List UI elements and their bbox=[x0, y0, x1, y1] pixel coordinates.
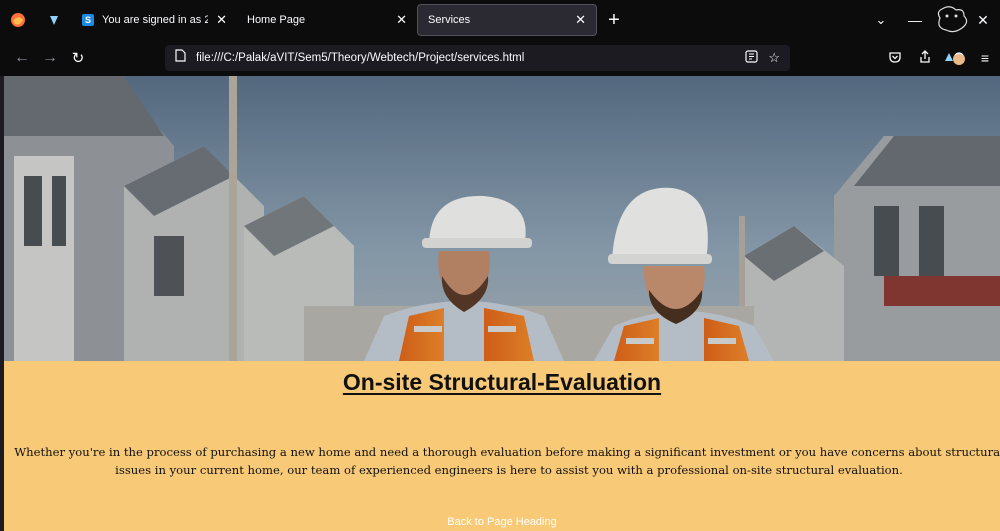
tab-signed-in[interactable]: S You are signed in as 21BCE7748 ✕ bbox=[72, 4, 237, 36]
close-tab-icon[interactable]: ✕ bbox=[216, 12, 227, 28]
close-tab-icon[interactable]: ✕ bbox=[575, 12, 586, 28]
tab-favicon-s-icon: S bbox=[82, 14, 94, 26]
tab-strip: S You are signed in as 21BCE7748 ✕ Home … bbox=[0, 0, 1000, 40]
url-bar[interactable]: file:///C:/Palak/aVIT/Sem5/Theory/Webtec… bbox=[165, 45, 790, 71]
tab-label: Services bbox=[428, 14, 471, 26]
service-section: On-site Structural-Evaluation Whether yo… bbox=[4, 361, 1000, 531]
navigation-bar: ← → ↻ file:///C:/Palak/aVIT/Sem5/Theory/… bbox=[0, 40, 1000, 76]
menu-icon[interactable]: ≡ bbox=[970, 50, 1000, 66]
page-viewport: On-site Structural-Evaluation Whether yo… bbox=[4, 76, 1000, 531]
reader-view-icon[interactable] bbox=[745, 50, 758, 66]
forward-arrow-icon[interactable]: → bbox=[36, 49, 64, 67]
pocket-icon[interactable] bbox=[880, 50, 910, 67]
back-arrow-icon[interactable]: ← bbox=[8, 49, 36, 67]
new-tab-button[interactable]: + bbox=[597, 9, 631, 32]
pinned-tab-icon[interactable] bbox=[36, 0, 72, 40]
restore-icon[interactable] bbox=[932, 4, 968, 37]
tab-services[interactable]: Services ✕ bbox=[417, 4, 597, 36]
tab-label: Home Page bbox=[247, 14, 306, 26]
reload-icon[interactable]: ↻ bbox=[64, 49, 92, 67]
url-text[interactable]: file:///C:/Palak/aVIT/Sem5/Theory/Webtec… bbox=[196, 52, 735, 64]
page-icon bbox=[175, 49, 186, 67]
service-description: Whether you're in the process of purchas… bbox=[14, 445, 1000, 477]
bookmark-star-icon[interactable]: ☆ bbox=[768, 50, 780, 66]
close-tab-icon[interactable]: ✕ bbox=[396, 12, 407, 28]
page-heading: On-site Structural-Evaluation bbox=[342, 369, 662, 395]
tab-home-page[interactable]: Home Page ✕ bbox=[237, 4, 417, 36]
extension-icon[interactable] bbox=[940, 47, 970, 70]
list-all-tabs-icon[interactable]: ⌄ bbox=[864, 12, 898, 28]
firefox-view-icon[interactable] bbox=[0, 0, 36, 40]
share-icon[interactable] bbox=[910, 49, 940, 67]
hero-image bbox=[4, 76, 1000, 361]
back-to-heading-link[interactable]: Back to Page Heading bbox=[4, 516, 1000, 528]
tab-label: You are signed in as 21BCE7748 bbox=[102, 14, 209, 26]
minimize-icon[interactable]: — bbox=[898, 12, 932, 28]
close-window-icon[interactable]: ✕ bbox=[966, 12, 1000, 29]
